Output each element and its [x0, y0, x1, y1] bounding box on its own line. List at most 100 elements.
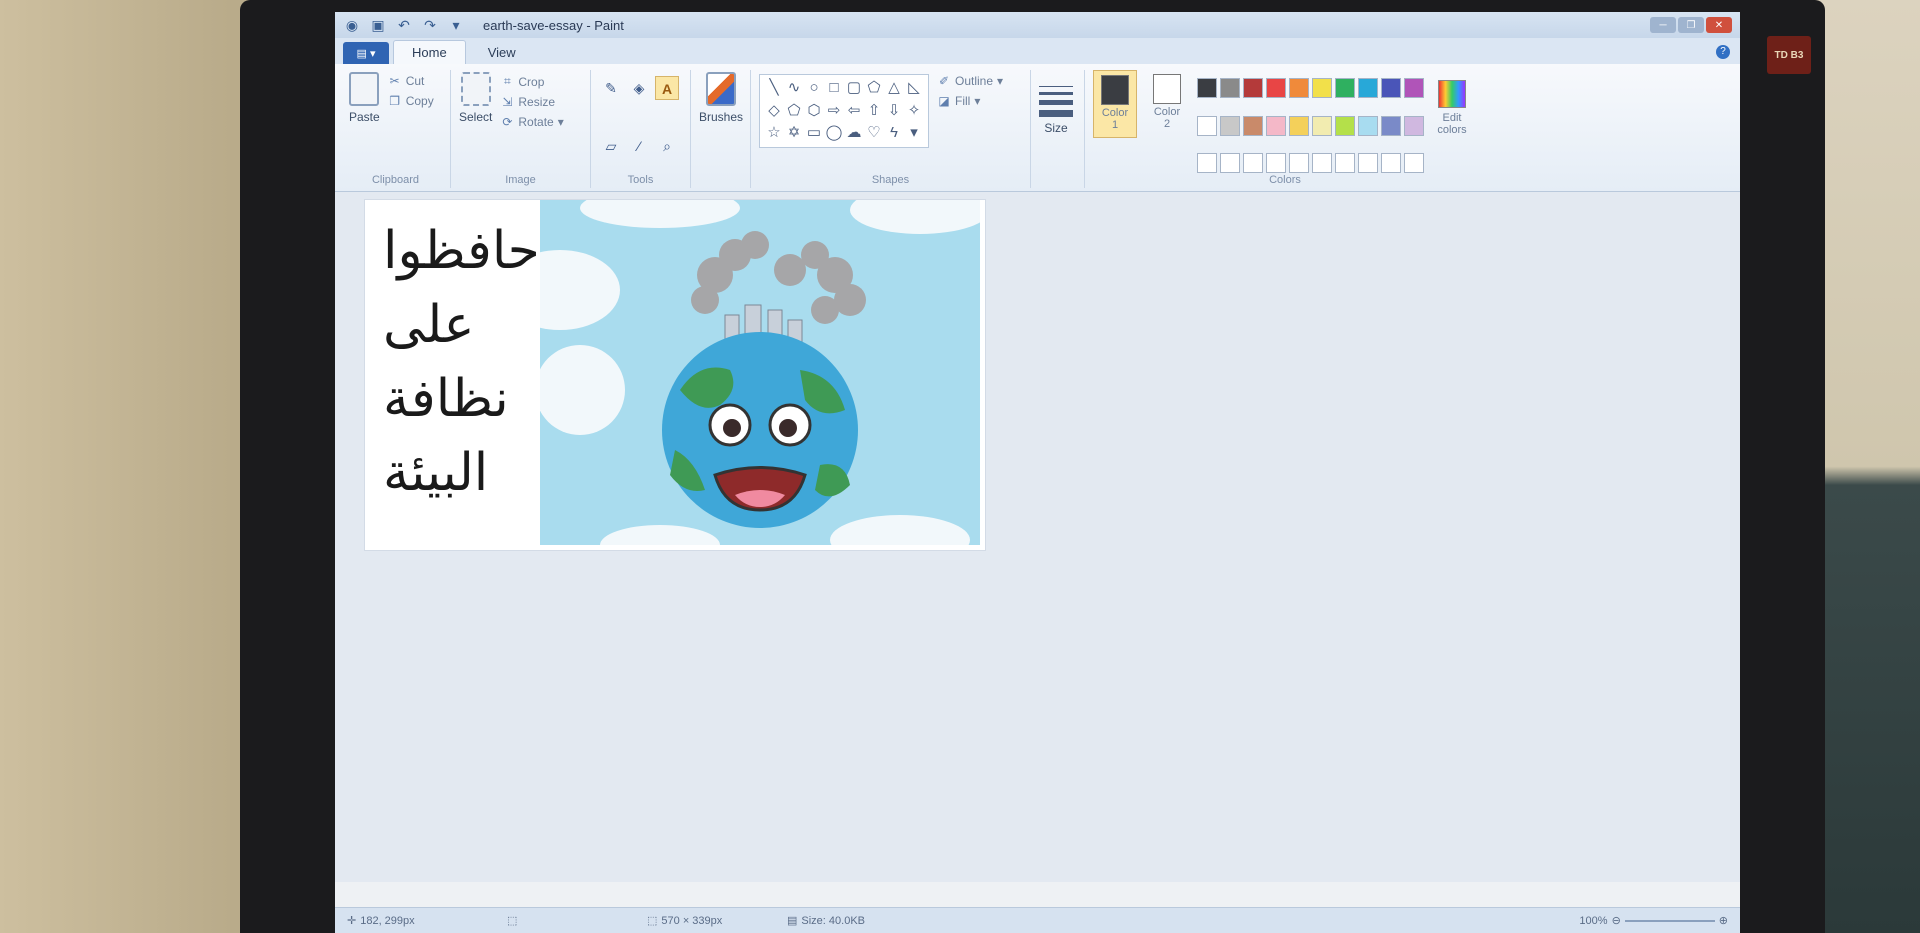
callout-oval-shape-icon[interactable]: ◯: [824, 122, 844, 145]
line-shape-icon[interactable]: ╲: [764, 77, 784, 100]
minimize-button[interactable]: ─: [1650, 17, 1676, 33]
eraser-icon[interactable]: ▱: [599, 134, 623, 158]
brush-icon: [706, 72, 737, 106]
window-title: earth-save-essay - Paint: [483, 17, 624, 33]
palette-swatch[interactable]: [1266, 153, 1286, 174]
palette-swatch[interactable]: [1243, 115, 1263, 136]
up-arrow-shape-icon[interactable]: ⇧: [864, 100, 884, 123]
palette-swatch[interactable]: [1381, 78, 1401, 98]
brushes-button[interactable]: Brushes: [699, 70, 743, 188]
down-arrow-shape-icon[interactable]: ⇩: [884, 100, 904, 123]
palette-swatch[interactable]: [1335, 78, 1355, 98]
arabic-text-block[interactable]: حافظوا على نظافة البيئة: [383, 214, 553, 510]
color2-button[interactable]: Color 2: [1145, 70, 1189, 138]
zoom-slider[interactable]: [1624, 919, 1715, 922]
palette-swatch[interactable]: [1220, 78, 1240, 98]
crop-button[interactable]: ⌗ Crop: [500, 74, 563, 89]
canvas-workspace[interactable]: حافظوا على نظافة البيئة I: [335, 192, 1740, 882]
palette-swatch[interactable]: [1243, 78, 1263, 98]
palette-swatch[interactable]: [1197, 153, 1217, 174]
palette-swatch[interactable]: [1243, 153, 1263, 174]
outline-button[interactable]: ✐ Outline ▾: [937, 74, 1003, 88]
callout-rect-shape-icon[interactable]: ▭: [804, 122, 824, 145]
palette-swatch[interactable]: [1358, 78, 1378, 98]
zoom-in-icon[interactable]: ⊕: [1719, 914, 1728, 927]
select-button[interactable]: Select: [459, 70, 492, 188]
rotate-button[interactable]: ⟳ Rotate ▾: [500, 115, 563, 129]
palette-swatch[interactable]: [1381, 115, 1401, 136]
shapes-group-label: Shapes: [871, 174, 910, 186]
palette-swatch[interactable]: [1312, 153, 1332, 174]
app-menu-button[interactable]: ▤ ▾: [343, 42, 389, 64]
polygon-shape-icon[interactable]: ⬠: [864, 77, 884, 100]
maximize-button[interactable]: ❐: [1678, 17, 1704, 33]
drawing-canvas[interactable]: حافظوا على نظافة البيئة I: [365, 200, 985, 550]
rectangle-shape-icon[interactable]: □: [824, 77, 844, 100]
cloud-shape-icon[interactable]: ☁: [844, 122, 864, 145]
tools-group-label: Tools: [627, 174, 654, 186]
color-picker-icon[interactable]: ⁄: [627, 134, 651, 158]
paint-app-icon[interactable]: ◉: [343, 16, 361, 34]
palette-swatch[interactable]: [1358, 153, 1378, 174]
tab-view[interactable]: View: [470, 41, 534, 64]
palette-swatch[interactable]: [1197, 115, 1217, 136]
palette-swatch[interactable]: [1220, 115, 1240, 136]
palette-swatch[interactable]: [1266, 115, 1286, 136]
heart-shape-icon[interactable]: ♡: [864, 122, 884, 145]
cut-button[interactable]: ✂ Cut: [388, 74, 434, 88]
text-line: على: [383, 295, 475, 355]
lightning-shape-icon[interactable]: ϟ: [884, 122, 904, 145]
six-star-shape-icon[interactable]: ✡: [784, 122, 804, 145]
triangle-shape-icon[interactable]: △: [884, 77, 904, 100]
text-tool-icon[interactable]: A: [655, 76, 679, 100]
hexagon-shape-icon[interactable]: ⬡: [804, 100, 824, 123]
zoom-out-icon[interactable]: ⊖: [1612, 914, 1621, 927]
palette-swatch[interactable]: [1197, 78, 1217, 98]
rounded-rect-shape-icon[interactable]: ▢: [844, 77, 864, 100]
palette-swatch[interactable]: [1289, 153, 1309, 174]
oval-shape-icon[interactable]: ○: [804, 77, 824, 100]
redo-icon[interactable]: ↷: [421, 16, 439, 34]
palette-swatch[interactable]: [1312, 78, 1332, 98]
help-icon[interactable]: ?: [1716, 45, 1730, 59]
fill-bucket-icon[interactable]: ◈: [627, 76, 651, 100]
tab-home[interactable]: Home: [393, 40, 466, 64]
shapes-gallery[interactable]: ╲ ∿ ○ □ ▢ ⬠ △ ◺ ◇ ⬠ ⬡ ⇨ ⇦ ⇧ ⇩ ✧ ☆ ✡ ▭ ◯ …: [759, 74, 929, 148]
pentagon-shape-icon[interactable]: ⬠: [784, 100, 804, 123]
palette-swatch[interactable]: [1404, 153, 1424, 174]
palette-swatch[interactable]: [1266, 78, 1286, 98]
resize-button[interactable]: ⇲ Resize: [500, 95, 563, 109]
palette-swatch[interactable]: [1289, 115, 1309, 136]
palette-swatch[interactable]: [1335, 153, 1355, 174]
undo-icon[interactable]: ↶: [395, 16, 413, 34]
pencil-icon[interactable]: ✎: [599, 76, 623, 100]
polluted-earth-image[interactable]: [540, 200, 980, 545]
palette-swatch[interactable]: [1381, 153, 1401, 174]
palette-swatch[interactable]: [1289, 78, 1309, 98]
palette-swatch[interactable]: [1358, 115, 1378, 136]
five-star-shape-icon[interactable]: ☆: [764, 122, 784, 145]
palette-swatch[interactable]: [1335, 115, 1355, 136]
right-arrow-shape-icon[interactable]: ⇨: [824, 100, 844, 123]
left-arrow-shape-icon[interactable]: ⇦: [844, 100, 864, 123]
diamond-shape-icon[interactable]: ◇: [764, 100, 784, 123]
paste-button[interactable]: Paste: [349, 70, 380, 188]
palette-swatch[interactable]: [1404, 78, 1424, 98]
curve-shape-icon[interactable]: ∿: [784, 77, 804, 100]
color1-button[interactable]: Color 1: [1093, 70, 1137, 138]
fill-button[interactable]: ◪ Fill ▾: [937, 94, 1003, 108]
rotate-label: Rotate: [518, 115, 554, 129]
right-triangle-shape-icon[interactable]: ◺: [904, 77, 924, 100]
customize-toolbar-icon[interactable]: ▾: [447, 16, 465, 34]
palette-swatch[interactable]: [1312, 115, 1332, 136]
edit-colors-button[interactable]: Edit colors: [1432, 70, 1472, 188]
close-button[interactable]: ✕: [1706, 17, 1732, 33]
size-button[interactable]: Size: [1039, 70, 1073, 188]
shapes-more-icon[interactable]: ▾: [904, 122, 924, 145]
palette-swatch[interactable]: [1220, 153, 1240, 174]
palette-swatch[interactable]: [1404, 115, 1424, 136]
save-icon[interactable]: ▣: [369, 16, 387, 34]
copy-button[interactable]: ❐ Copy: [388, 94, 433, 108]
four-star-shape-icon[interactable]: ✧: [904, 100, 924, 123]
magnifier-icon[interactable]: ⌕: [655, 134, 679, 158]
